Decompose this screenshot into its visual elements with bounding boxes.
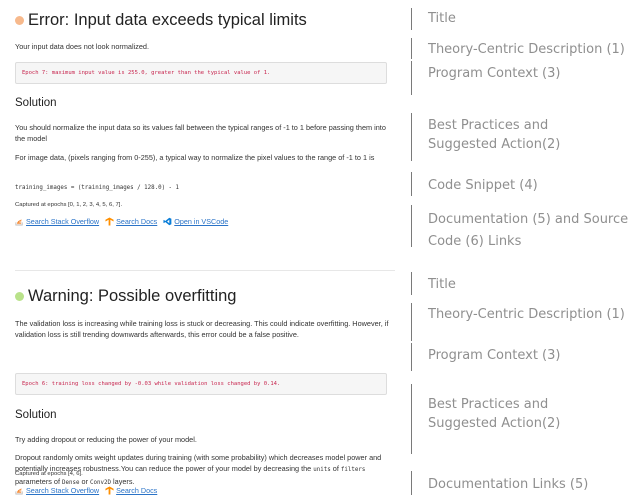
annotation-label: Code (6) Links bbox=[428, 234, 522, 249]
warning-title-row: Warning: Possible overfitting bbox=[15, 287, 236, 306]
error-open-in-vscode-link[interactable]: Open in VSCode bbox=[163, 217, 228, 226]
code-filters: filters bbox=[340, 467, 366, 474]
error-title: Error: Input data exceeds typical limits bbox=[28, 11, 307, 29]
tensorflow-icon bbox=[105, 217, 114, 226]
error-solution-para-2: For image data, (pixels ranging from 0-2… bbox=[15, 153, 375, 162]
annotation-label: Suggested Action(2) bbox=[428, 416, 561, 431]
error-search-docs-label[interactable]: Search Docs bbox=[116, 217, 157, 226]
annotation-bar bbox=[411, 205, 412, 247]
error-search-stack-overflow-label[interactable]: Search Stack Overflow bbox=[26, 217, 99, 226]
annotation-label: Documentation (5) and Source bbox=[428, 212, 629, 227]
annotation-label: Theory-Centric Description (1) bbox=[428, 307, 625, 322]
annotation-label: Theory-Centric Description (1) bbox=[428, 42, 625, 57]
error-title-row: Error: Input data exceeds typical limits bbox=[15, 11, 307, 30]
warning-status-dot bbox=[15, 292, 24, 301]
warning-description: The validation loss is increasing while … bbox=[15, 319, 389, 340]
annotation-label: Best Practices and bbox=[428, 118, 549, 133]
annotation-bar bbox=[411, 471, 412, 495]
annotation-label: Suggested Action(2) bbox=[428, 137, 561, 152]
error-status-dot bbox=[15, 16, 24, 25]
error-program-context: Epoch 7: maximum input value is 255.0, g… bbox=[15, 62, 387, 84]
error-description: Your input data does not look normalized… bbox=[15, 42, 150, 51]
warning-search-docs-label[interactable]: Search Docs bbox=[116, 486, 157, 495]
annotation-bar bbox=[411, 343, 412, 371]
annotation-bar bbox=[411, 113, 412, 161]
warning-search-stack-overflow-label[interactable]: Search Stack Overflow bbox=[26, 486, 99, 495]
stack-overflow-icon bbox=[15, 219, 23, 226]
error-open-in-vscode-label[interactable]: Open in VSCode bbox=[174, 217, 228, 226]
warning-context-text: Epoch 6: training loss changed by -0.03 … bbox=[22, 381, 281, 387]
error-code-snippet: training_images = (training_images / 128… bbox=[15, 185, 180, 191]
annotation-bar bbox=[411, 38, 412, 59]
error-solution-para-1: You should normalize the input data so i… bbox=[15, 123, 386, 144]
annotation-label: Documentation Links (5) bbox=[428, 477, 589, 492]
annotation-label: Code Snippet (4) bbox=[428, 178, 538, 193]
stack-overflow-icon bbox=[15, 488, 23, 495]
annotation-bar bbox=[411, 384, 412, 454]
warning-captured-epochs: Captured at epochs [4, 6]. bbox=[15, 471, 83, 477]
annotation-bar bbox=[411, 272, 412, 295]
error-captured-epochs: Captured at epochs [0, 1, 2, 3, 4, 5, 6,… bbox=[15, 202, 123, 208]
error-links: Search Stack Overflow Search Docs Open i… bbox=[15, 217, 234, 226]
annotation-bar bbox=[411, 303, 412, 341]
warning-solution-para-1: Try adding dropout or reducing the power… bbox=[15, 435, 197, 444]
annotation-label: Program Context (3) bbox=[428, 66, 561, 81]
code-units: units bbox=[313, 467, 331, 474]
card-divider bbox=[15, 270, 395, 271]
warning-search-stack-overflow-link[interactable]: Search Stack Overflow bbox=[15, 486, 99, 495]
warning-search-docs-link[interactable]: Search Docs bbox=[105, 486, 157, 495]
annotation-label: Title bbox=[428, 11, 456, 26]
warning-links: Search Stack Overflow Search Docs bbox=[15, 486, 163, 495]
annotation-bar bbox=[411, 172, 412, 196]
error-solution-heading: Solution bbox=[15, 97, 57, 109]
warning-title: Warning: Possible overfitting bbox=[28, 287, 237, 305]
error-search-docs-link[interactable]: Search Docs bbox=[105, 217, 157, 226]
annotation-label: Best Practices and bbox=[428, 397, 549, 412]
warning-solution-heading: Solution bbox=[15, 409, 57, 421]
tensorflow-icon bbox=[105, 486, 114, 495]
annotation-label: Program Context (3) bbox=[428, 348, 561, 363]
annotation-bar bbox=[411, 61, 412, 95]
error-context-text: Epoch 7: maximum input value is 255.0, g… bbox=[22, 70, 271, 76]
explanation-panel: Error: Input data exceeds typical limits… bbox=[15, 0, 395, 497]
annotation-label: Title bbox=[428, 277, 456, 292]
annotation-bar bbox=[411, 8, 412, 30]
warning-program-context: Epoch 6: training loss changed by -0.03 … bbox=[15, 373, 387, 395]
error-search-stack-overflow-link[interactable]: Search Stack Overflow bbox=[15, 217, 99, 226]
vscode-icon bbox=[163, 217, 172, 226]
text-of: of bbox=[330, 464, 341, 474]
